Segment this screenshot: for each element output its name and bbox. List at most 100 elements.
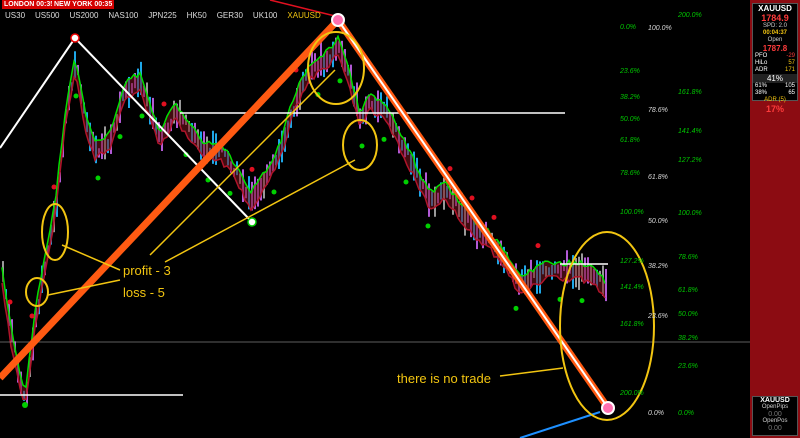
london-session-tag: LONDON 00:35 <box>2 0 57 9</box>
spread-value: SPD: 2.0 <box>762 23 787 29</box>
symbol-tab-ger30[interactable]: GER30 <box>212 10 248 22</box>
fib-level-label: 161.8% <box>620 321 644 328</box>
fib-level-label: 50.0% <box>678 311 698 318</box>
fractal-low-dot <box>95 175 101 181</box>
symbol-tab-us500[interactable]: US500 <box>30 10 64 22</box>
fib-level-label: 100.0% <box>648 25 672 32</box>
panel-grid-pct: 61% <box>755 83 768 89</box>
fib-level-label: 61.8% <box>678 287 698 294</box>
symbol-tab-jpn225[interactable]: JPN225 <box>143 10 181 22</box>
open-value: 1787.8 <box>762 44 788 53</box>
fractal-high-dot <box>51 184 57 190</box>
open-pos-label: OpenPos <box>762 418 788 424</box>
fib-level-label: 38.2% <box>678 335 698 342</box>
fib-level-label: 38.2% <box>620 94 640 101</box>
fib-level-label: 61.8% <box>620 137 640 144</box>
fractal-low-dot <box>579 298 585 304</box>
pivot-bottom-marker <box>601 401 615 415</box>
panel-row-value: 57 <box>788 60 795 66</box>
fib-level-label: 78.6% <box>648 107 668 114</box>
open-pos-value: 0.00 <box>768 425 782 432</box>
symbol-tab-nas100[interactable]: NAS100 <box>103 10 143 22</box>
fractal-low-dot <box>359 143 365 149</box>
fractal-low-dot <box>513 305 519 311</box>
fractal-low-dot <box>425 223 431 229</box>
fib-level-label: 0.0% <box>620 24 636 31</box>
symbol-tab-us2000[interactable]: US2000 <box>64 10 103 22</box>
fib-level-label: 100.0% <box>678 210 702 217</box>
fib-level-label: 200.0% <box>678 12 702 19</box>
open-pips-label: OpenPips <box>761 404 789 410</box>
panel-row: ADR 171 <box>753 67 797 74</box>
fib-level-label: 61.8% <box>648 174 668 181</box>
price-panel-box: XAUUSD 1784.9 SPD: 2.0 00:04:37 Open 178… <box>752 3 798 114</box>
fractal-low-dot <box>337 78 343 84</box>
newyork-session-tag: NEW YORK 00:35 <box>52 0 115 9</box>
fib-level-label: 50.0% <box>648 218 668 225</box>
panel-row-value: -29 <box>786 53 795 59</box>
fractal-high-dot <box>447 166 453 172</box>
fib-level-label: 141.4% <box>678 128 702 135</box>
fractal-high-dot <box>7 299 13 305</box>
fib-level-label: 127.2% <box>620 258 644 265</box>
panel-grid-row: 38% 65 <box>753 90 797 97</box>
fib-level-label: 23.6% <box>678 363 698 370</box>
fractal-high-dot <box>469 195 475 201</box>
panel-symbol: XAUUSD <box>758 4 792 13</box>
fractal-high-dot <box>161 101 167 107</box>
fractal-high-dot <box>249 166 255 172</box>
panel-row-key: ADR <box>755 67 768 73</box>
panel-grid-value: 65 <box>788 90 795 96</box>
symbol-menu: US30 US500 US2000 NAS100 JPN225 HK50 GER30 UK10… <box>0 10 326 22</box>
open-pips-box: XAUUSD OpenPips 0.00 OpenPos 0.00 <box>752 396 798 436</box>
panel-row-value: 171 <box>784 67 795 73</box>
loss-annotation: loss - 5 <box>123 285 165 300</box>
fractal-low-dot <box>381 136 387 142</box>
open-label: Open <box>767 37 783 43</box>
fractal-low-dot <box>227 190 233 196</box>
fib-level-label: 0.0% <box>678 410 694 417</box>
pivot-high-marker <box>70 33 80 43</box>
fractal-high-dot <box>535 243 541 249</box>
fib-level-label: 38.2% <box>648 263 668 270</box>
timer-value: 00:04:37 <box>762 30 788 36</box>
fractal-low-dot <box>117 134 123 140</box>
symbol-tab-xauusd[interactable]: XAUUSD <box>282 10 325 22</box>
pivot-start-marker <box>22 402 28 408</box>
symbol-tab-hk50[interactable]: HK50 <box>182 10 212 22</box>
fib-level-label: 161.8% <box>678 89 702 96</box>
fractal-low-dot <box>73 93 79 99</box>
bottom-symbol: XAUUSD <box>760 397 790 404</box>
fractal-low-dot <box>403 179 409 185</box>
symbol-tab-us30[interactable]: US30 <box>0 10 30 22</box>
panel-row-key: HiLo <box>755 60 768 66</box>
panel-row: PFO -29 <box>753 53 797 60</box>
fib-level-label: 0.0% <box>648 410 664 417</box>
fib-level-label: 200.0% <box>620 390 644 397</box>
pivot-low-marker <box>247 217 257 227</box>
fib-level-label: 23.6% <box>648 313 668 320</box>
panel-percent: 41% <box>753 74 797 83</box>
adr-label: ADR (5) <box>764 97 786 103</box>
fib-level-label: 100.0% <box>620 209 644 216</box>
panel-price: 1784.9 <box>761 13 789 23</box>
candle <box>605 268 607 302</box>
symbol-tab-uk100[interactable]: UK100 <box>248 10 282 22</box>
fib-level-label: 23.6% <box>620 68 640 75</box>
fib-level-label: 78.6% <box>678 254 698 261</box>
adr-percent: 17% <box>765 104 784 114</box>
fib-level-label: 141.4% <box>620 284 644 291</box>
panel-grid-row: 61% 105 <box>753 83 797 90</box>
panel-row-key: PFO <box>755 53 768 59</box>
fractal-high-dot <box>29 313 35 319</box>
no-trade-annotation: there is no trade <box>397 371 491 386</box>
fib-level-label: 127.2% <box>678 157 702 164</box>
panel-rows: PFO -29 HiLo 57 ADR 171 <box>753 53 797 74</box>
panel-grid-pct: 38% <box>755 90 768 96</box>
panel-grid: 61% 105 38% 65 <box>753 83 797 97</box>
fractal-high-dot <box>491 214 497 220</box>
profit-annotation: profit - 3 <box>123 263 171 278</box>
open-pips-value: 0.00 <box>768 411 782 418</box>
fractal-low-dot <box>271 189 277 195</box>
fib-level-label: 78.6% <box>620 170 640 177</box>
